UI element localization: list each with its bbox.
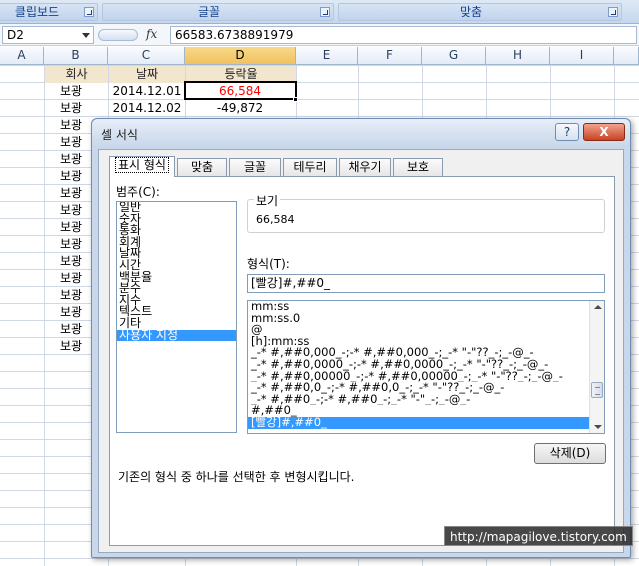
format-code-item[interactable]: @ xyxy=(248,324,590,336)
format-code-list[interactable]: mm:ss mm:ss.0 @ [h]:mm:ss _-* #,##0,000_-;-*… xyxy=(247,300,605,434)
scroll-thumb[interactable] xyxy=(591,382,603,398)
ribbon-group-label: 맞춤 xyxy=(459,5,483,19)
sample-value: 66,584 xyxy=(256,213,295,226)
format-list-scrollbar[interactable] xyxy=(589,301,604,433)
date-cell[interactable]: 2014.12.02 xyxy=(110,100,184,117)
column-header-c[interactable]: C xyxy=(108,47,185,65)
change-rate-cell[interactable]: -49,872 xyxy=(186,100,294,117)
column-header-a[interactable]: A xyxy=(0,47,44,65)
close-button[interactable]: X xyxy=(583,123,625,141)
header-cell-company[interactable]: 회사 xyxy=(45,66,108,83)
tab-border[interactable]: 테두리 xyxy=(283,158,337,176)
ribbon-group-alignment[interactable]: 맞춤 xyxy=(338,3,622,21)
chevron-down-icon[interactable] xyxy=(82,33,90,38)
type-input[interactable]: [빨강]#,##0_ xyxy=(247,274,605,293)
format-code-item[interactable]: #,##0_ xyxy=(248,405,590,417)
tab-fill[interactable]: 채우기 xyxy=(339,158,391,176)
dialog-launcher-icon[interactable] xyxy=(84,7,94,17)
format-code-item[interactable]: [빨강]#,##0_ xyxy=(248,416,590,429)
format-code-item[interactable]: _-* #,##0_-;-* #,##0_-;_-* "-"_-;_-@_- xyxy=(248,394,590,406)
ribbon-group-bar: 클립보드 글꼴 맞춤 xyxy=(0,0,639,24)
watermark: http://mapagilove.tistory.com xyxy=(444,526,633,546)
format-code-item[interactable]: _-* #,##0,000_-;-* #,##0,000_-;_-* "-"??… xyxy=(248,347,590,359)
type-label: 형식(T): xyxy=(247,257,290,271)
category-list[interactable]: 일반 숫자 통화 회계 날짜 시간 백분율 분수 지수 텍스트 기타 사용자 지정 xyxy=(116,201,237,433)
dialog-titlebar[interactable]: 셀 서식 ? X xyxy=(92,119,630,147)
category-label: 범주(C): xyxy=(116,185,160,199)
date-cell[interactable]: 2014.12.01 xyxy=(110,83,184,100)
formula-bar-resize-handle[interactable] xyxy=(98,29,138,41)
format-code-item[interactable]: mm:ss.0 xyxy=(248,313,590,325)
grid-line xyxy=(44,65,45,566)
name-box[interactable]: D2 xyxy=(2,26,94,44)
insert-function-icon[interactable]: fx xyxy=(146,27,157,41)
fill-handle[interactable] xyxy=(293,97,298,102)
column-header-i[interactable]: I xyxy=(550,47,614,65)
format-code-item[interactable]: _-* #,##0,0000_-;-* #,##0,0000_-;_-* "-"… xyxy=(248,359,590,371)
ribbon-group-clipboard[interactable]: 클립보드 xyxy=(0,3,98,21)
dialog-launcher-icon[interactable] xyxy=(320,7,330,17)
name-box-value: D2 xyxy=(7,28,24,42)
scroll-up-icon[interactable] xyxy=(594,305,602,309)
category-item[interactable]: 사용자 지정 xyxy=(117,329,236,342)
dialog-title: 셀 서식 xyxy=(101,128,138,142)
dialog-launcher-icon[interactable] xyxy=(608,7,618,17)
active-cell-d2[interactable] xyxy=(184,81,297,100)
column-header-b[interactable]: B xyxy=(44,47,108,65)
column-header-g[interactable]: G xyxy=(422,47,486,65)
format-cells-dialog: 셀 서식 ? X 표시 형식 맞춤 글꼴 테두리 채우기 보호 범주(C): 일… xyxy=(91,118,631,558)
company-cell[interactable]: 보광 xyxy=(60,100,108,117)
formula-bar: D2 fx 66583.6738891979 xyxy=(0,24,639,46)
sample-group: 보기 66,584 xyxy=(247,192,605,233)
format-code-items: mm:ss mm:ss.0 @ [h]:mm:ss _-* #,##0,000_-;-*… xyxy=(248,301,604,429)
format-code-item[interactable]: mm:ss xyxy=(248,301,590,313)
sample-label: 보기 xyxy=(254,192,281,209)
dialog-body: 표시 형식 맞춤 글꼴 테두리 채우기 보호 범주(C): 일반 숫자 통화 회계 날짜… xyxy=(98,149,624,553)
ribbon-group-font[interactable]: 글꼴 xyxy=(102,3,334,21)
formula-input[interactable]: 66583.6738891979 xyxy=(170,26,637,44)
column-header-f[interactable]: F xyxy=(358,47,422,65)
help-button[interactable]: ? xyxy=(555,123,579,141)
tab-protection[interactable]: 보호 xyxy=(393,158,443,176)
ribbon-group-label: 글꼴 xyxy=(197,5,221,19)
tab-label: 표시 형식 xyxy=(115,157,169,173)
company-cell[interactable]: 보광 xyxy=(60,83,108,100)
column-header-more xyxy=(614,47,639,65)
tab-font[interactable]: 글꼴 xyxy=(229,158,281,176)
format-code-item[interactable]: [h]:mm:ss xyxy=(248,336,590,348)
column-header-h[interactable]: H xyxy=(486,47,550,65)
number-tab-panel: 범주(C): 일반 숫자 통화 회계 날짜 시간 백분율 분수 지수 텍스트 기타 사용자 지정 보기… xyxy=(109,176,615,546)
delete-button[interactable]: 삭제(D) xyxy=(534,443,606,464)
tab-number[interactable]: 표시 형식 xyxy=(109,156,175,177)
column-header-d[interactable]: D xyxy=(185,47,296,65)
format-code-item[interactable]: _-* #,##0,0_-;-* #,##0,0_-;_-* "-"??_-;_… xyxy=(248,382,590,394)
column-header-e[interactable]: E xyxy=(296,47,358,65)
ribbon-group-label: 클립보드 xyxy=(14,5,60,19)
tab-alignment[interactable]: 맞춤 xyxy=(177,158,227,176)
header-cell-date[interactable]: 날짜 xyxy=(109,66,185,83)
format-description: 기존의 형식 중 하나를 선택한 후 변형시킵니다. xyxy=(118,470,355,484)
format-code-item[interactable]: _-* #,##0,00000_-;-* #,##0,00000_-;_-* "… xyxy=(248,371,590,383)
scroll-down-icon[interactable] xyxy=(594,425,602,429)
